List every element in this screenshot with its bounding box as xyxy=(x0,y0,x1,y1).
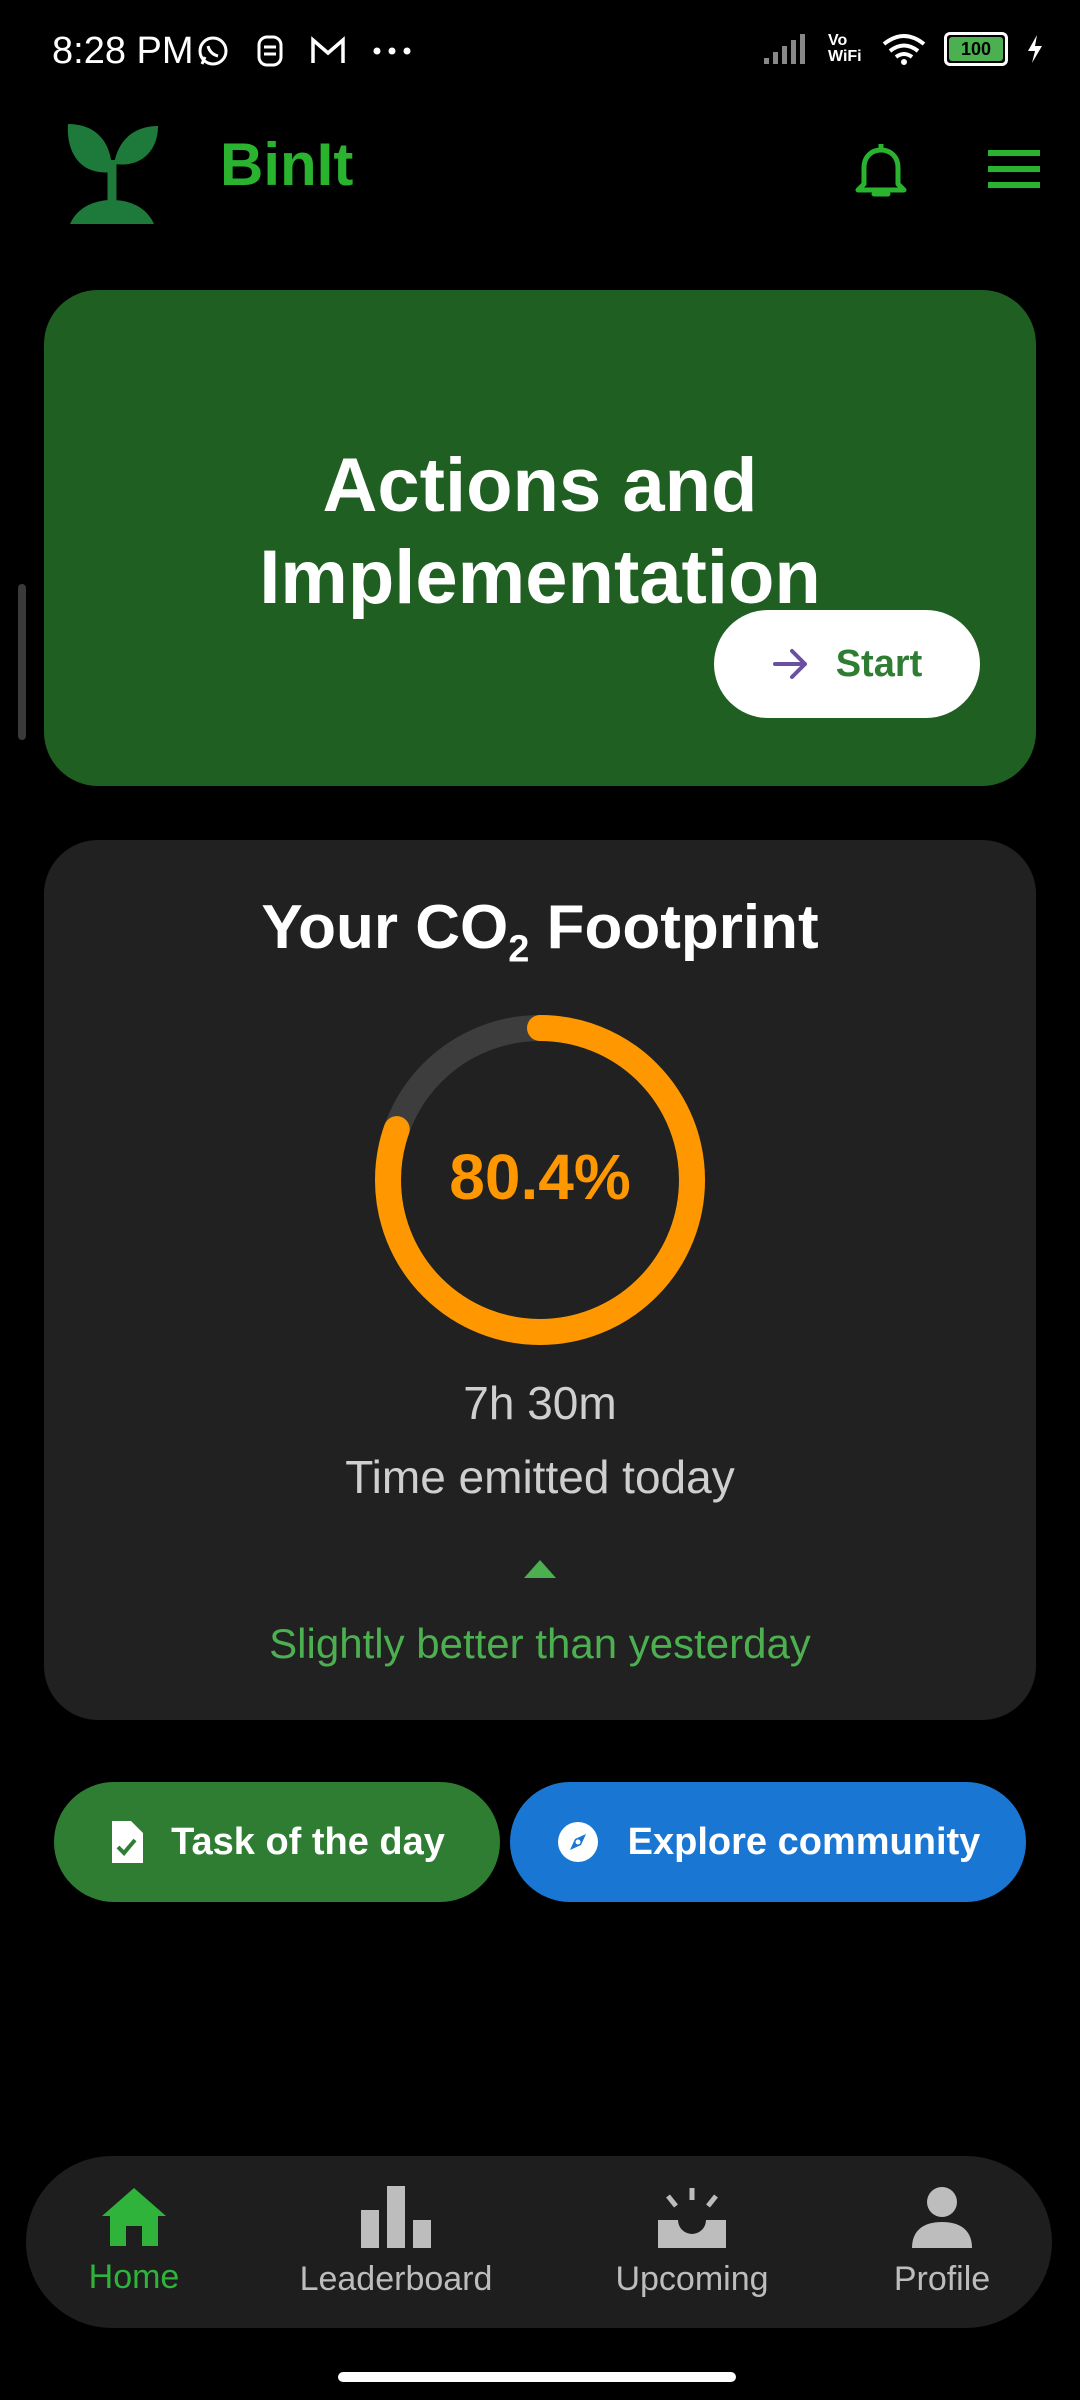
app-title: BinIt xyxy=(220,131,354,198)
home-indicator[interactable] xyxy=(338,2372,736,2382)
menu-icon[interactable] xyxy=(988,148,1040,190)
upcoming-icon xyxy=(658,2188,726,2248)
nav-label-leaderboard: Leaderboard xyxy=(299,2260,493,2298)
task-of-the-day-button[interactable]: Task of the day xyxy=(54,1782,500,1902)
leaderboard-icon xyxy=(361,2186,431,2248)
co2-footprint-card: Your CO2 Footprint 80.4% 7h 30m Time emi… xyxy=(44,840,1036,1720)
notification-bell-icon[interactable] xyxy=(852,140,910,200)
nav-item-leaderboard[interactable]: Leaderboard xyxy=(286,2186,506,2316)
home-icon xyxy=(102,2188,166,2246)
nav-item-home[interactable]: Home xyxy=(24,2186,244,2316)
trend-up-icon xyxy=(524,1560,556,1578)
whatsapp-icon xyxy=(198,36,228,66)
sprout-logo-icon xyxy=(67,124,158,224)
nav-item-upcoming[interactable]: Upcoming xyxy=(582,2186,802,2316)
nav-item-profile[interactable]: Profile xyxy=(832,2186,1052,2316)
status-time: 8:28 PM xyxy=(52,30,194,72)
nav-label-upcoming: Upcoming xyxy=(615,2260,769,2298)
task-document-icon xyxy=(112,1821,144,1863)
explore-community-button[interactable]: Explore community xyxy=(510,1782,1026,1902)
bottom-navigation: Home Leaderboard Upcoming Profile xyxy=(26,2156,1052,2328)
time-emitted-label: Time emitted today xyxy=(345,1451,735,1503)
task-of-the-day-label: Task of the day xyxy=(171,1820,445,1863)
status-bar: 8:28 PM Vo WiFi 100 xyxy=(0,0,1080,110)
app-notification-icon xyxy=(257,35,283,67)
battery-level: 100 xyxy=(960,38,992,59)
start-label: Start xyxy=(835,642,923,685)
actions-card-title: Actions and Implementation xyxy=(259,443,821,620)
system-status-icons: Vo WiFi 100 xyxy=(762,32,1044,66)
nav-label-profile: Profile xyxy=(893,2260,991,2298)
gmail-icon xyxy=(311,36,345,63)
time-emitted-value: 7h 30m xyxy=(463,1377,617,1429)
wifi-icon xyxy=(882,34,926,65)
more-dots-icon xyxy=(373,47,411,55)
co2-card-title: Your CO2 Footprint xyxy=(261,893,819,971)
arrow-right-icon xyxy=(772,649,807,679)
charging-icon xyxy=(1028,35,1042,63)
battery-icon: 100 xyxy=(944,32,1008,66)
co2-percent: 80.4% xyxy=(449,1141,631,1213)
nav-label-home: Home xyxy=(88,2258,180,2296)
signal-icon xyxy=(764,34,805,64)
profile-icon xyxy=(912,2187,972,2248)
vowifi-label: Vo WiFi xyxy=(828,32,862,65)
notification-icons xyxy=(196,34,412,68)
trend-text: Slightly better than yesterday xyxy=(269,1620,811,1667)
compass-icon xyxy=(557,1822,598,1862)
scroll-indicator xyxy=(18,584,26,740)
explore-community-label: Explore community xyxy=(627,1820,981,1863)
start-button[interactable]: Start xyxy=(714,610,980,718)
